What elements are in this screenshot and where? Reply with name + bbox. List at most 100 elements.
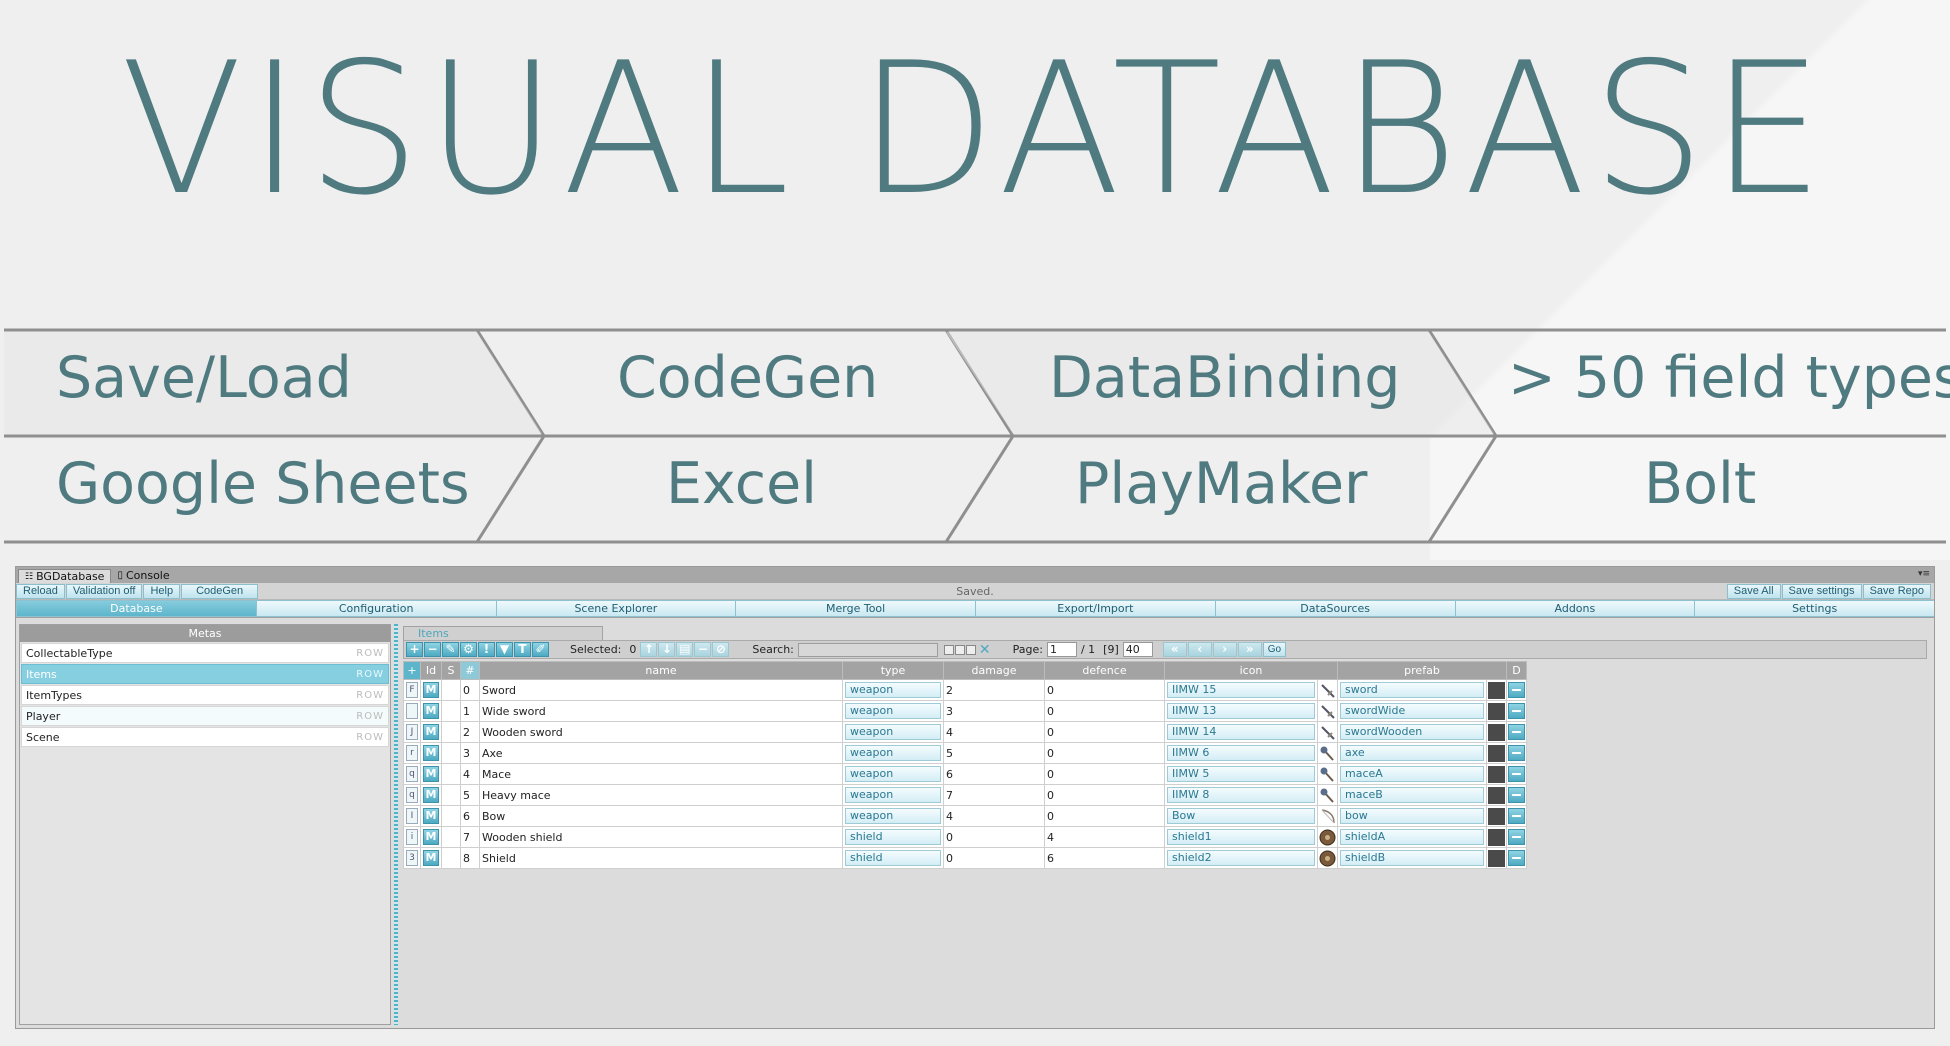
tab-console[interactable]: ▯ Console [111, 569, 175, 583]
row-name[interactable]: Sword [479, 679, 843, 701]
remove-icon[interactable]: − [424, 642, 441, 657]
column-header-index[interactable]: # [460, 661, 480, 680]
tab-database[interactable]: Database [16, 600, 256, 617]
row-damage[interactable]: 0 [943, 826, 1045, 848]
row-icon[interactable]: shield2 [1167, 850, 1315, 866]
row-prefab[interactable]: shieldB [1340, 850, 1484, 866]
delete-row-button[interactable] [1508, 787, 1525, 803]
column-header-s[interactable]: S [441, 661, 461, 680]
search-option-checkbox[interactable] [954, 644, 965, 655]
row-name[interactable]: Wide sword [479, 700, 843, 722]
column-header-name[interactable]: name [479, 661, 843, 680]
delete-row-button[interactable] [1508, 829, 1525, 845]
search-input[interactable] [797, 642, 938, 657]
row-menu-button[interactable]: M [423, 724, 439, 740]
delete-selected-icon[interactable]: − [694, 642, 712, 657]
row-menu-button[interactable]: M [423, 829, 439, 845]
row-prefab[interactable]: maceB [1340, 787, 1484, 803]
row-damage[interactable]: 4 [943, 721, 1045, 743]
row-menu-button[interactable]: M [423, 745, 439, 761]
table-row[interactable]: F M 0 Sword weapon 2 0 IIMW 15 sword [403, 679, 1527, 701]
row-type[interactable]: weapon [845, 682, 941, 698]
column-header-prefab[interactable]: prefab [1337, 661, 1507, 680]
add-icon[interactable]: + [406, 642, 423, 657]
row-prefab[interactable]: maceA [1340, 766, 1484, 782]
page-size-input[interactable]: 40 [1122, 642, 1153, 657]
row-menu-button[interactable]: M [423, 808, 439, 824]
row-type[interactable]: weapon [845, 808, 941, 824]
row-icon[interactable]: IIMW 6 [1167, 745, 1315, 761]
copy-icon[interactable]: ▤ [676, 642, 694, 657]
items-tab[interactable]: Items [403, 626, 603, 640]
row-damage[interactable]: 0 [943, 847, 1045, 869]
column-header-damage[interactable]: damage [943, 661, 1045, 680]
clear-selection-icon[interactable]: ⊘ [712, 642, 730, 657]
row-defence[interactable]: 0 [1044, 784, 1165, 806]
row-mark[interactable] [406, 703, 418, 719]
go-button[interactable]: Go [1262, 642, 1287, 657]
search-option-checkbox[interactable] [965, 644, 976, 655]
column-header-icon[interactable]: icon [1164, 661, 1338, 680]
row-menu-button[interactable]: M [423, 703, 439, 719]
row-menu-button[interactable]: M [423, 766, 439, 782]
table-row[interactable]: q M 4 Mace weapon 6 0 IIMW 5 maceA [403, 763, 1527, 785]
row-icon[interactable]: IIMW 14 [1167, 724, 1315, 740]
row-menu-button[interactable]: M [423, 682, 439, 698]
save-settings-button[interactable]: Save settings [1781, 584, 1862, 599]
row-defence[interactable]: 0 [1044, 742, 1165, 764]
reload-button[interactable]: Reload [16, 583, 65, 599]
row-defence[interactable]: 0 [1044, 700, 1165, 722]
row-name[interactable]: Axe [479, 742, 843, 764]
row-prefab[interactable]: swordWide [1340, 703, 1484, 719]
delete-row-button[interactable] [1508, 682, 1525, 698]
delete-row-button[interactable] [1508, 766, 1525, 782]
row-mark[interactable]: I [406, 808, 418, 824]
row-defence[interactable]: 0 [1044, 763, 1165, 785]
help-button[interactable]: Help [143, 583, 181, 599]
table-row[interactable]: i M 7 Wooden shield shield 0 4 shield1 shieldA [403, 826, 1527, 848]
row-name[interactable]: Wooden shield [479, 826, 843, 848]
window-menu-icon[interactable]: ▾≡ [1918, 569, 1930, 579]
meta-item-collectabletype[interactable]: CollectableType ROW [21, 643, 389, 663]
tab-configuration[interactable]: Configuration [255, 600, 496, 617]
row-type[interactable]: weapon [845, 703, 941, 719]
save-all-button[interactable]: Save All [1726, 584, 1781, 599]
row-type[interactable]: shield [845, 829, 941, 845]
row-icon[interactable]: IIMW 5 [1167, 766, 1315, 782]
row-defence[interactable]: 0 [1044, 805, 1165, 827]
row-prefab[interactable]: sword [1340, 682, 1484, 698]
pencil-icon[interactable]: ✐ [532, 642, 549, 657]
row-type[interactable]: weapon [845, 745, 941, 761]
meta-item-scene[interactable]: Scene ROW [21, 727, 389, 747]
row-name[interactable]: Heavy mace [479, 784, 843, 806]
warning-icon[interactable]: ! [478, 642, 495, 657]
meta-item-player[interactable]: Player ROW [21, 706, 389, 726]
row-type[interactable]: weapon [845, 724, 941, 740]
column-header-id[interactable]: Id [420, 661, 442, 680]
row-damage[interactable]: 4 [943, 805, 1045, 827]
first-page-icon[interactable]: « [1162, 642, 1187, 657]
last-page-icon[interactable]: » [1237, 642, 1262, 657]
delete-row-button[interactable] [1508, 745, 1525, 761]
row-defence[interactable]: 0 [1044, 679, 1165, 701]
move-down-icon[interactable]: ↓ [658, 642, 676, 657]
row-damage[interactable]: 2 [943, 679, 1045, 701]
row-name[interactable]: Bow [479, 805, 843, 827]
row-type[interactable]: weapon [845, 787, 941, 803]
tab-settings[interactable]: Settings [1694, 600, 1934, 617]
validation-button[interactable]: Validation off [65, 583, 143, 599]
row-menu-button[interactable]: M [423, 787, 439, 803]
table-row[interactable]: q M 5 Heavy mace weapon 7 0 IIMW 8 maceB [403, 784, 1527, 806]
row-defence[interactable]: 4 [1044, 826, 1165, 848]
edit-icon[interactable]: ✎ [442, 642, 459, 657]
clear-search-icon[interactable]: ✕ [979, 642, 991, 658]
row-type[interactable]: weapon [845, 766, 941, 782]
meta-item-items[interactable]: Items ROW [21, 664, 389, 684]
row-name[interactable]: Wooden sword [479, 721, 843, 743]
next-page-icon[interactable]: › [1212, 642, 1237, 657]
codegen-button[interactable]: CodeGen [181, 583, 259, 599]
row-mark[interactable]: F [406, 682, 418, 698]
row-prefab[interactable]: swordWooden [1340, 724, 1484, 740]
table-row[interactable]: r M 3 Axe weapon 5 0 IIMW 6 axe [403, 742, 1527, 764]
row-prefab[interactable]: shieldA [1340, 829, 1484, 845]
